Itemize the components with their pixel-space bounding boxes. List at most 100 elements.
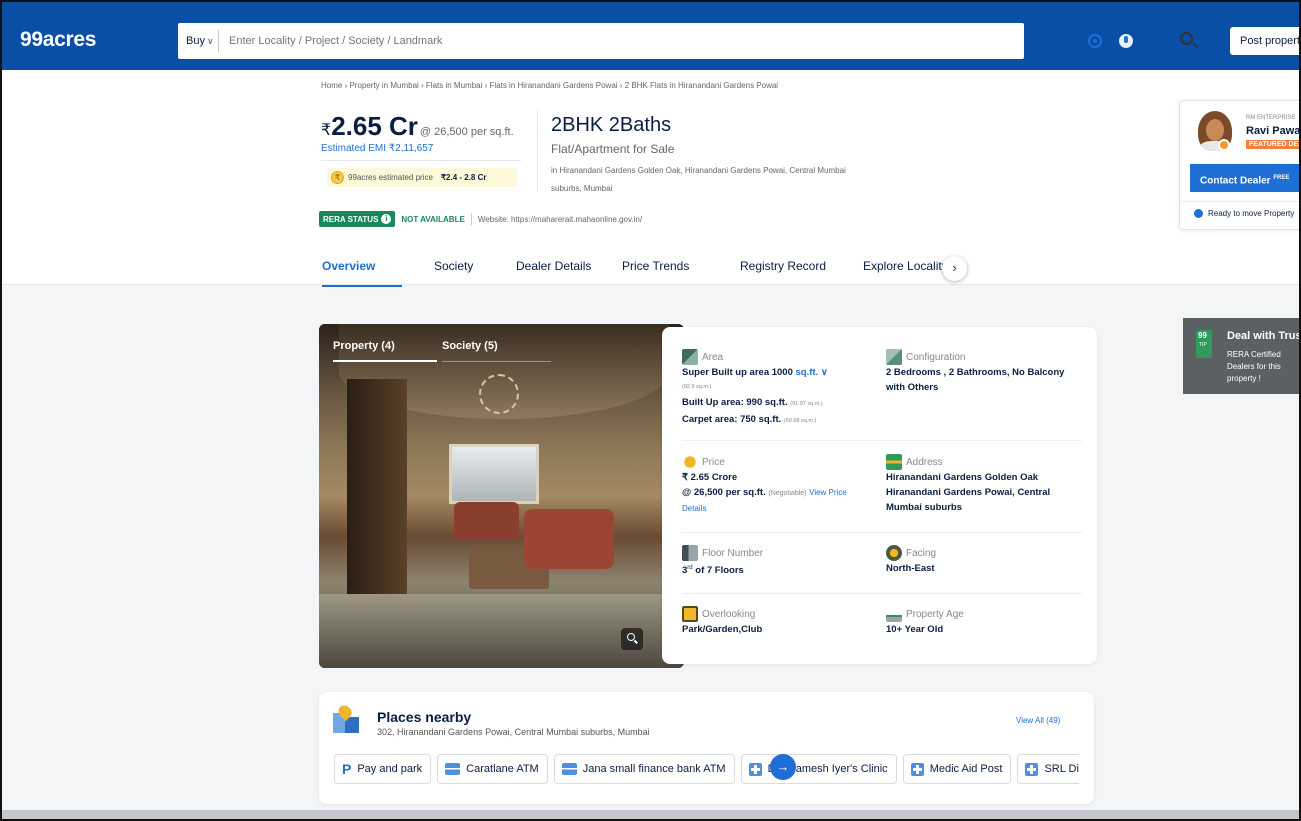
detail-overlooking: Overlooking Park/Garden,Club (682, 606, 882, 637)
tab-society[interactable]: Society (434, 246, 516, 286)
search-bar: Buy ∨ (178, 23, 1193, 59)
atm-card-icon (445, 763, 461, 775)
rera-website: Website: https://maharerait.mahaonline.g… (477, 214, 643, 224)
ready-to-move-tag: Ready to move Property (1194, 209, 1294, 218)
gallery-tab-society[interactable]: Society (5) (442, 340, 551, 362)
tabs-next-arrow[interactable]: › (942, 256, 967, 281)
rera-status-row: RERA STATUS i NOT AVAILABLE Website: http… (319, 211, 642, 227)
location-target-icon[interactable] (1088, 34, 1102, 48)
tab-overview[interactable]: Overview (322, 246, 434, 287)
microphone-icon[interactable] (1119, 34, 1133, 48)
tip-banner[interactable]: 99 TIP Deal with Trusted Dealers RERA Cer… (1183, 318, 1301, 394)
carpet-sqm: (69.68 sq.m.) (783, 418, 817, 424)
dealer-enterprise: RM ENTERPRISE (1246, 115, 1296, 121)
configuration-icon (886, 349, 902, 365)
property-age-value: 10+ Year Old (886, 624, 944, 635)
detail-floor: Floor Number 3rd of 7 Floors (682, 545, 882, 578)
search-icon[interactable] (1180, 32, 1193, 45)
chips-next-arrow-icon[interactable]: → (770, 754, 796, 780)
hospital-cross-icon (910, 762, 924, 776)
tab-dealer-details[interactable]: Dealer Details (516, 246, 622, 286)
map-pin-icon (333, 702, 361, 733)
place-chip[interactable]: P Pay and park (334, 754, 432, 784)
dealer-card: RM ENTERPRISE Ravi Pawar FEATURED DEAL C… (1179, 100, 1299, 230)
facing-value: North-East (886, 563, 935, 574)
unit-selector[interactable]: sq.ft. ∨ (796, 367, 828, 378)
floor-label-row: Floor Number (682, 545, 882, 561)
bottom-strip (2, 810, 1299, 819)
gallery-tab-property[interactable]: Property (4) (333, 340, 437, 362)
row-divider (682, 593, 1082, 594)
post-property-button[interactable]: Post property (1230, 27, 1299, 55)
price-tag-icon (682, 454, 698, 470)
configuration-label-row: Configuration (886, 349, 1076, 365)
property-photo (319, 324, 684, 668)
estimated-emi-link[interactable]: Estimated EMI ₹2,11,657 (321, 143, 433, 154)
tip-badge-icon: 99 TIP (1196, 330, 1212, 358)
property-details-card: Area Super Built up area 1000 sq.ft. ∨ (… (662, 327, 1097, 664)
tab-explore-locality[interactable]: Explore Locality (863, 246, 953, 286)
configuration-label: Configuration (906, 351, 966, 363)
place-chip[interactable]: Dr.. Ramesh Iyer's Clinic (740, 754, 897, 784)
negotiable-tag: (Negotiable) (768, 490, 807, 497)
site-logo[interactable]: 99acres (20, 28, 96, 52)
parking-icon: P (342, 761, 352, 777)
carpet-value: Carpet area: 750 sq.ft. (682, 414, 782, 425)
vertical-divider (537, 110, 538, 192)
price-value: 2.65 Cr (331, 111, 418, 141)
search-input[interactable] (219, 35, 899, 47)
price-per-sqft: @ 26,500 per sq.ft. (419, 126, 514, 138)
detail-price: Price ₹ 2.65 Crore @ 26,500 per sq.ft. (… (682, 454, 867, 516)
tip-text: RERA Certified Dealers for this property… (1227, 350, 1281, 383)
property-photo-gallery[interactable]: Property (4) Society (5) (319, 324, 684, 668)
buy-dropdown[interactable]: Buy ∨ (178, 35, 218, 47)
rupee-symbol: ₹ (321, 122, 332, 139)
photo-chandelier (479, 374, 519, 414)
places-chips: P Pay and park Caratlane ATM Jana small f… (334, 754, 1079, 784)
section-tabs: Overview Society Dealer Details Price Tr… (322, 246, 953, 287)
tip-title: Deal with Trusted Dealers (1227, 330, 1301, 342)
area-label: Area (702, 351, 724, 363)
price-value: ₹ 2.65 Crore (682, 472, 738, 483)
property-type: Flat/Apartment for Sale (551, 142, 675, 156)
place-chip-label: Pay and park (357, 763, 423, 775)
address-value: Hiranandani Gardens Golden Oak Hirananda… (886, 472, 1051, 513)
tab-price-trends[interactable]: Price Trends (622, 246, 740, 286)
hospital-cross-icon (748, 762, 762, 776)
rera-label: RERA STATUS (323, 214, 379, 224)
place-chip[interactable]: Caratlane ATM (437, 754, 548, 784)
rera-status-value: NOT AVAILABLE (401, 214, 465, 224)
chevron-down-icon: ∨ (206, 36, 214, 46)
tab-registry-record[interactable]: Registry Record (740, 246, 863, 286)
place-chip[interactable]: Medic Aid Post (902, 754, 1012, 784)
place-chip[interactable]: SRL Diagnostics (1017, 754, 1079, 784)
rera-status-badge[interactable]: RERA STATUS i (319, 211, 396, 227)
divider (470, 213, 472, 225)
breadcrumb[interactable]: Home › Property in Mumbai › Flats in Mum… (321, 81, 778, 90)
super-built-up-value: Super Built up area 1000 (682, 367, 793, 378)
info-icon[interactable]: i (381, 214, 392, 224)
price-label-row: Price (682, 454, 867, 470)
floor-suffix: rd (687, 565, 693, 571)
hospital-cross-icon (1025, 762, 1039, 776)
property-age-label-row: Property Age (886, 606, 1086, 622)
area-icon (682, 349, 698, 365)
atm-card-icon (561, 763, 577, 775)
place-chip-label: Caratlane ATM (466, 763, 539, 775)
medal-icon (1218, 139, 1230, 151)
configuration-value: 2 Bedrooms , 2 Bathrooms, No Balcony wit… (886, 367, 1065, 393)
place-chip-label: Medic Aid Post (929, 763, 1003, 775)
zoom-button[interactable] (621, 628, 643, 650)
chevron-down-icon: ∨ (820, 367, 828, 378)
view-all-link[interactable]: View All (49) (1016, 716, 1060, 725)
area-label-row: Area (682, 349, 867, 365)
detail-facing: Facing North-East (886, 545, 1086, 576)
top-bar: 99acres Buy∨ Post property (2, 2, 1299, 70)
place-chip-label: SRL Diagnostics (1044, 763, 1079, 775)
contact-dealer-button[interactable]: Contact Dealer FREE (1190, 164, 1299, 192)
estimated-price-box[interactable]: ₹ 99acres estimated price ₹2.4 - 2.8 Cr (327, 168, 517, 187)
address-label: Address (906, 456, 943, 468)
row-divider (682, 532, 1082, 533)
place-chip[interactable]: Jana small finance bank ATM (553, 754, 735, 784)
divider (321, 160, 521, 161)
